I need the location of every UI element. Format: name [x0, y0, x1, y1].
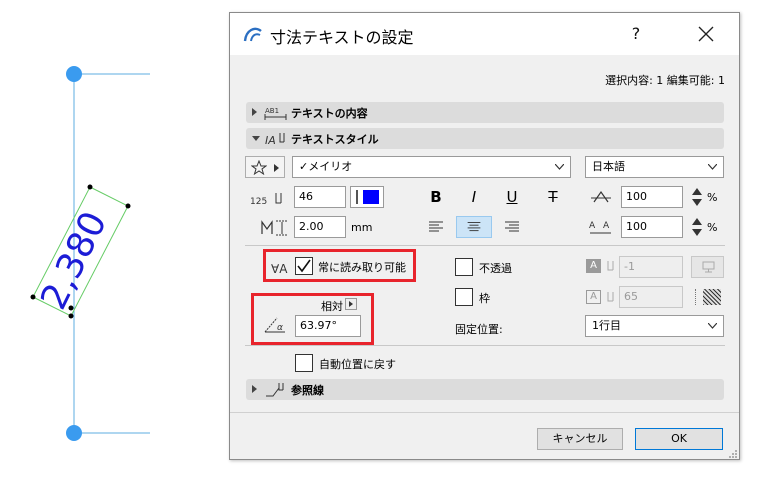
text-style-icon: IA — [265, 133, 285, 147]
ok-button[interactable]: OK — [635, 428, 723, 450]
text-height-input[interactable]: 2.00 — [294, 216, 346, 238]
section-leader[interactable]: 参照線 — [246, 379, 724, 400]
width-factor-icon — [591, 190, 611, 203]
percent-label: % — [707, 221, 718, 234]
auto-reset-label: 自動位置に戻す — [319, 358, 396, 371]
title-bar: 寸法テキストの設定 ? — [230, 13, 739, 55]
frame-pen-icon: A — [586, 290, 601, 304]
font-size-icon: 125 — [250, 193, 282, 207]
close-icon[interactable] — [692, 23, 718, 45]
frame-label: 枠 — [479, 292, 490, 305]
favorites-button[interactable] — [245, 156, 285, 178]
bold-button[interactable]: B — [418, 186, 454, 208]
dialog-title: 寸法テキストの設定 — [270, 28, 414, 47]
font-select[interactable]: ✓メイリオ — [292, 156, 571, 178]
anchor-select-value: 1行目 — [592, 319, 621, 332]
anchor-select[interactable]: 1行目 — [585, 315, 724, 337]
text-handle[interactable] — [125, 203, 131, 209]
divider — [245, 345, 725, 346]
auto-reset-checkbox[interactable] — [295, 354, 313, 372]
char-spacing-input[interactable]: 100 — [621, 216, 683, 238]
align-center-icon[interactable] — [456, 216, 492, 238]
background-pen-button — [691, 256, 724, 278]
italic-button[interactable]: I — [456, 186, 492, 208]
star-icon — [251, 160, 267, 175]
pen-weight-icon — [606, 290, 616, 304]
opaque-label: 不透過 — [479, 262, 512, 275]
font-size-input[interactable]: 46 — [294, 186, 346, 208]
dimension-point-bottom[interactable] — [66, 425, 82, 441]
highlight-box — [263, 249, 416, 282]
char-spacing-icon: A A — [589, 221, 611, 234]
help-button[interactable]: ? — [623, 23, 649, 45]
text-handle[interactable] — [87, 184, 93, 190]
chevron-down-icon — [708, 164, 717, 170]
fill-pattern-icon — [703, 289, 721, 305]
chevron-down-icon — [708, 323, 717, 329]
dimension-point-top[interactable] — [66, 66, 82, 82]
frame-checkbox[interactable] — [455, 288, 473, 306]
text-content-icon: AB1 — [264, 107, 287, 120]
frame-pen-input: 65 — [619, 286, 683, 308]
collapse-arrow-icon — [252, 136, 260, 141]
expand-arrow-icon — [252, 385, 257, 393]
archicad-logo-icon — [243, 27, 262, 42]
width-factor-input[interactable]: 100 — [621, 186, 683, 208]
svg-text:125: 125 — [250, 197, 267, 207]
align-right-icon[interactable] — [494, 216, 530, 238]
highlight-box — [251, 293, 374, 345]
dimension-drawing[interactable]: 2,380 — [0, 0, 228, 486]
section-text-content[interactable]: AB1 テキストの内容 — [246, 102, 724, 123]
section-label: テキストスタイル — [291, 133, 379, 146]
strikethrough-button[interactable]: T — [535, 186, 571, 208]
text-height-icon — [261, 220, 288, 236]
menu-arrow-icon — [274, 164, 279, 172]
divider — [245, 245, 725, 246]
pen-color-button[interactable] — [350, 186, 384, 208]
chevron-down-icon — [555, 164, 564, 170]
underline-button[interactable]: U — [494, 186, 530, 208]
selection-info: 選択内容: 1 編集可能: 1 — [605, 74, 725, 87]
opaque-checkbox[interactable] — [455, 258, 473, 276]
frame-fill-button — [691, 286, 724, 308]
anchor-label: 固定位置: — [455, 323, 503, 336]
svg-text:AB1: AB1 — [265, 107, 279, 115]
section-text-style[interactable]: IA テキストスタイル — [246, 128, 724, 149]
section-label: テキストの内容 — [291, 107, 368, 120]
svg-text:A: A — [589, 221, 596, 231]
background-pen-icon: A — [586, 259, 601, 273]
leader-icon — [266, 383, 284, 397]
resize-grip-icon[interactable] — [726, 447, 738, 459]
pen-weight-icon — [606, 259, 616, 273]
height-unit-label: mm — [351, 221, 373, 234]
dimension-text[interactable]: 2,380 — [33, 205, 115, 316]
cancel-button[interactable]: キャンセル — [537, 428, 623, 450]
background-pen-input: -1 — [619, 256, 683, 278]
svg-text:A: A — [603, 221, 610, 231]
pen-color-swatch — [363, 190, 379, 204]
divider — [230, 412, 739, 413]
font-select-value: ✓メイリオ — [299, 160, 353, 173]
percent-label: % — [707, 191, 718, 204]
language-select-value: 日本語 — [592, 160, 625, 173]
language-select[interactable]: 日本語 — [585, 156, 724, 178]
dimension-text-settings-dialog: 寸法テキストの設定 ? 選択内容: 1 編集可能: 1 AB1 テキストの内容 … — [229, 12, 740, 460]
svg-text:IA: IA — [265, 134, 276, 147]
monitor-icon — [702, 261, 715, 273]
expand-arrow-icon — [252, 108, 257, 116]
section-label: 参照線 — [291, 384, 324, 397]
width-factor-spinner[interactable] — [690, 186, 702, 208]
char-spacing-spinner[interactable] — [690, 216, 702, 238]
align-left-icon[interactable] — [418, 216, 454, 238]
